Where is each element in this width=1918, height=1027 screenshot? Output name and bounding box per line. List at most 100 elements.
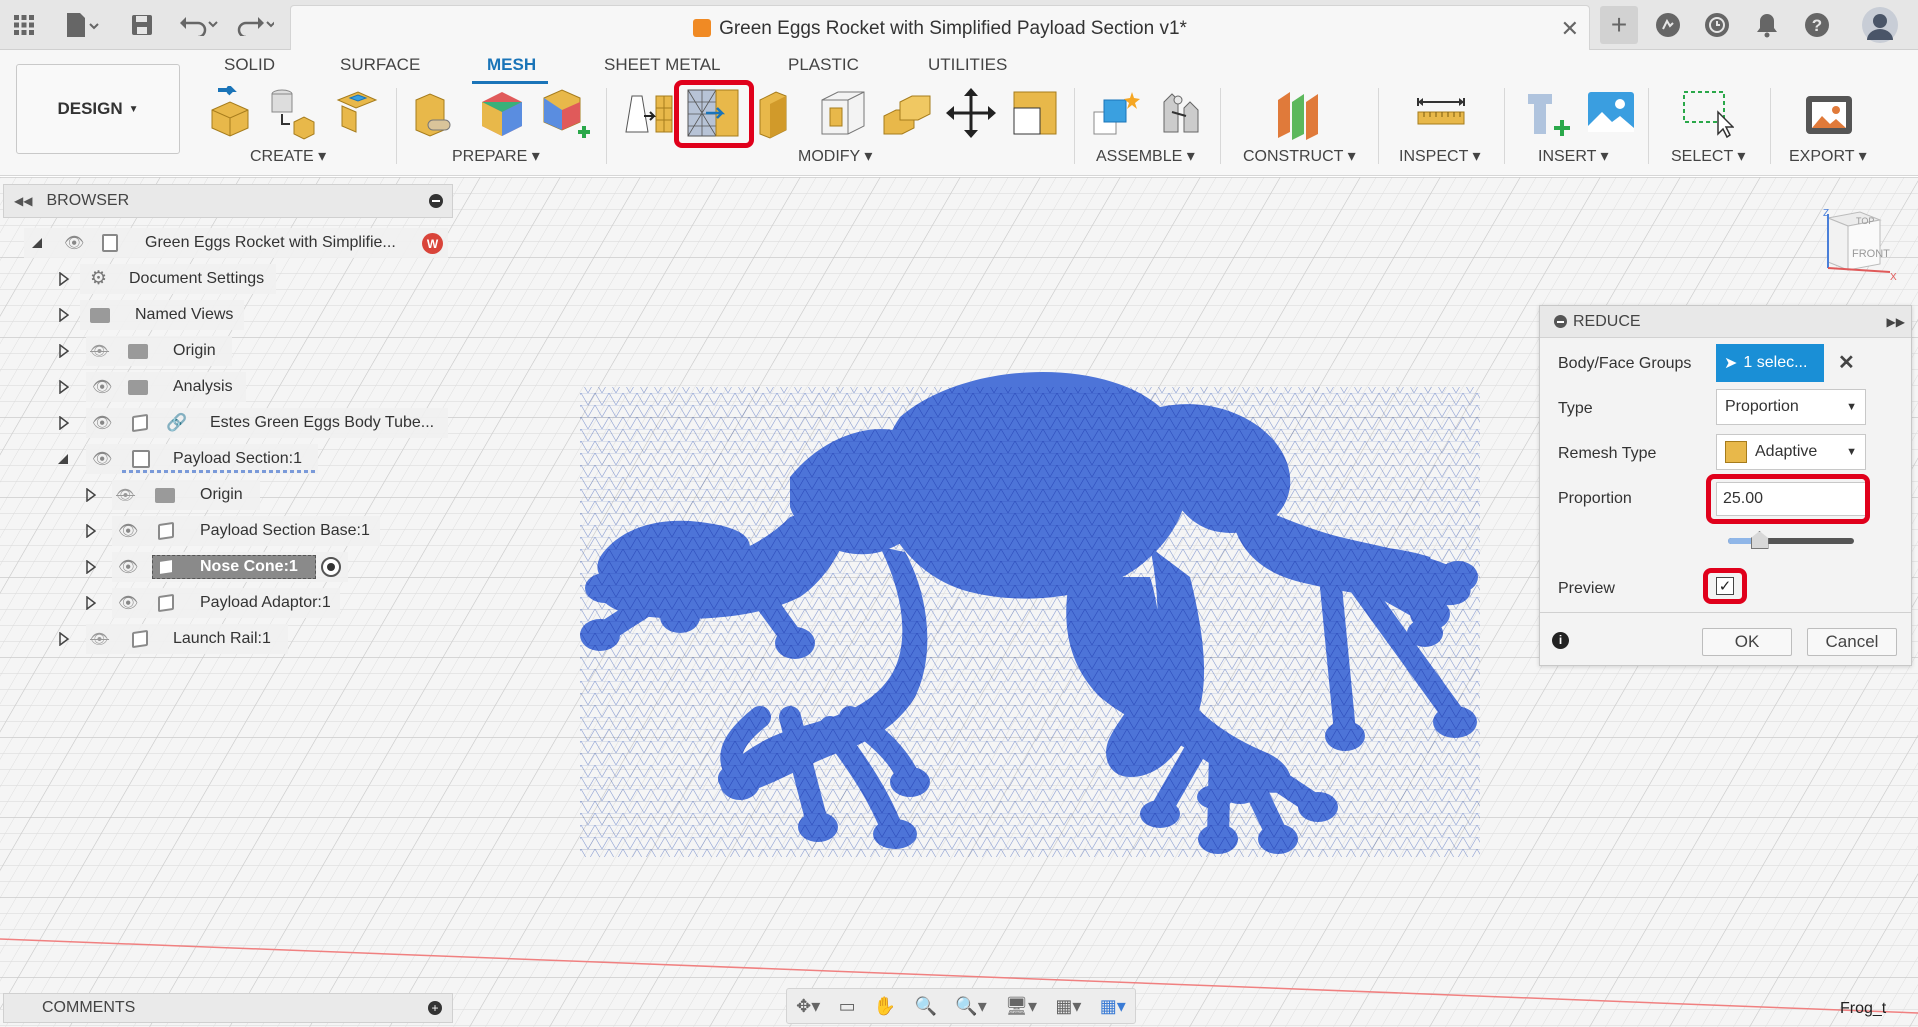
insert-menu[interactable]: INSERT ▾ — [1538, 146, 1609, 166]
visibility-eye-icon[interactable]: 👁 — [118, 593, 138, 613]
remesh-type-dropdown[interactable]: Adaptive ▼ — [1716, 434, 1866, 470]
expand-arrow-icon[interactable] — [86, 560, 96, 574]
cancel-button[interactable]: Cancel — [1807, 628, 1897, 656]
tree-item-origin-child[interactable]: 👁 Origin — [84, 480, 264, 510]
prepare-menu[interactable]: PREPARE ▾ — [452, 146, 540, 166]
tree-item-named-views[interactable]: Named Views — [56, 300, 246, 330]
user-avatar[interactable] — [1862, 7, 1898, 43]
collapse-arrow-icon[interactable] — [58, 454, 68, 464]
repair-mesh-icon[interactable] — [410, 86, 464, 140]
collapse-arrow-icon[interactable] — [32, 238, 42, 248]
expand-arrow-icon[interactable] — [86, 524, 96, 538]
remesh-icon[interactable] — [622, 86, 676, 140]
expand-arrow-icon[interactable] — [59, 272, 69, 286]
notifications-bell-icon[interactable] — [1751, 9, 1783, 41]
expand-arrow-icon[interactable] — [86, 488, 96, 502]
ok-button[interactable]: OK — [1702, 628, 1792, 656]
look-at-icon[interactable]: ▭ — [839, 996, 856, 1017]
tree-item-nose-cone[interactable]: 👁 Nose Cone:1 — [84, 552, 348, 582]
export-icon[interactable] — [1802, 86, 1856, 140]
insert-mesh-icon[interactable] — [204, 84, 258, 140]
view-cube[interactable]: Z X TOP FRONT — [1820, 204, 1900, 289]
display-settings-icon[interactable]: 🖥▾ — [1005, 996, 1037, 1017]
tree-item-origin[interactable]: 👁 Origin — [56, 336, 236, 366]
expand-arrow-icon[interactable] — [59, 308, 69, 322]
activate-radio-icon[interactable] — [321, 557, 341, 577]
file-menu-icon[interactable] — [60, 8, 104, 42]
visibility-eye-icon[interactable]: 👁 — [92, 413, 112, 433]
expand-arrow-icon[interactable] — [59, 380, 69, 394]
dialog-minimize-icon[interactable] — [1554, 315, 1567, 328]
add-comment-icon[interactable]: + — [428, 1001, 442, 1015]
visibility-eye-icon[interactable]: 👁 — [92, 449, 112, 469]
insert-mcmaster-icon[interactable] — [1522, 86, 1576, 140]
hidden-eye-icon[interactable]: 👁 — [90, 342, 109, 360]
tree-item-payload-base[interactable]: 👁 Payload Section Base:1 — [84, 516, 380, 546]
tab-solid[interactable]: SOLID — [224, 55, 275, 75]
tree-root[interactable]: 👁 Green Eggs Rocket with Simplifie... W — [24, 228, 448, 258]
shell-icon[interactable] — [816, 86, 870, 140]
offset-plane-icon[interactable] — [1272, 86, 1326, 140]
measure-icon[interactable] — [1414, 86, 1468, 140]
expand-arrow-icon[interactable] — [59, 344, 69, 358]
workspace-switcher[interactable]: DESIGN ▼ — [16, 64, 180, 154]
tree-item-body-tube[interactable]: 👁 🔗 Estes Green Eggs Body Tube... — [56, 408, 448, 438]
visibility-eye-icon[interactable]: 👁 — [92, 377, 112, 397]
window-select-icon[interactable] — [1680, 86, 1735, 140]
new-tab-icon[interactable]: + — [1600, 6, 1638, 44]
combine-face-groups-icon[interactable] — [540, 86, 594, 140]
grid-settings-icon[interactable]: ▦▾ — [1055, 996, 1081, 1017]
viewcube-front-label[interactable]: FRONT — [1852, 248, 1890, 260]
create-face-group-icon[interactable] — [328, 86, 382, 140]
expand-arrow-icon[interactable] — [86, 596, 96, 610]
collapse-panel-icon[interactable]: ◀◀ — [14, 194, 32, 208]
hidden-eye-icon[interactable]: 👁 — [90, 630, 109, 648]
tree-item-payload-adaptor[interactable]: 👁 Payload Adaptor:1 — [84, 588, 340, 618]
move-icon[interactable] — [944, 86, 998, 140]
type-dropdown[interactable]: Proportion ▼ — [1716, 389, 1866, 425]
info-icon[interactable]: i — [1552, 632, 1569, 649]
orbit-icon[interactable]: ✥▾ — [796, 996, 820, 1017]
help-icon[interactable]: ? — [1801, 9, 1833, 41]
insert-canvas-icon[interactable] — [1584, 86, 1638, 140]
scale-icon[interactable] — [1008, 86, 1062, 140]
clear-selection-icon[interactable]: ✕ — [1838, 350, 1855, 375]
tab-mesh[interactable]: MESH — [487, 55, 536, 75]
body-groups-select-button[interactable]: ➤ 1 selec... — [1716, 344, 1824, 382]
tree-item-analysis[interactable]: 👁 Analysis — [56, 372, 246, 402]
viewcube-top-label[interactable]: TOP — [1856, 216, 1874, 226]
extensions-icon[interactable] — [1652, 9, 1684, 41]
generate-face-groups-icon[interactable] — [476, 86, 530, 140]
app-grid-icon[interactable] — [10, 8, 38, 42]
tessellate-icon[interactable] — [266, 86, 320, 140]
fit-zoom-icon[interactable]: 🔍▾ — [955, 996, 986, 1017]
comments-panel[interactable]: COMMENTS + — [3, 993, 453, 1023]
browser-minimize-icon[interactable] — [429, 194, 443, 208]
tree-item-payload-section[interactable]: 👁 Payload Section:1 — [56, 444, 318, 474]
close-tab-icon[interactable]: ✕ — [1561, 16, 1579, 42]
visibility-eye-icon[interactable]: 👁 — [64, 233, 84, 253]
select-menu[interactable]: SELECT ▾ — [1671, 146, 1745, 166]
tab-utilities[interactable]: UTILITIES — [928, 55, 1007, 75]
plane-cut-icon[interactable] — [754, 86, 808, 140]
tab-plastic[interactable]: PLASTIC — [788, 55, 859, 75]
hidden-eye-icon[interactable]: 👁 — [116, 486, 135, 504]
job-status-icon[interactable] — [1701, 9, 1733, 41]
frog-mesh-model[interactable] — [580, 372, 1480, 857]
proportion-slider[interactable] — [1728, 531, 1854, 549]
visibility-eye-icon[interactable]: 👁 — [118, 521, 138, 541]
visibility-eye-icon[interactable]: 👁 — [118, 557, 138, 577]
undo-icon[interactable] — [176, 8, 220, 42]
new-component-icon[interactable] — [1090, 86, 1144, 140]
zoom-icon[interactable]: 🔍 — [915, 996, 937, 1017]
proportion-slider-thumb[interactable] — [1750, 531, 1769, 549]
inspect-menu[interactable]: INSPECT ▾ — [1399, 146, 1481, 166]
tab-surface[interactable]: SURFACE — [340, 55, 420, 75]
pan-hand-icon[interactable]: ✋ — [874, 996, 896, 1017]
viewports-icon[interactable]: ▦▾ — [1100, 996, 1126, 1017]
modify-menu[interactable]: MODIFY ▾ — [798, 146, 872, 166]
create-menu[interactable]: CREATE ▾ — [250, 146, 326, 166]
expand-arrow-icon[interactable] — [59, 632, 69, 646]
tree-item-document-settings[interactable]: ⚙ Document Settings — [56, 264, 276, 294]
combine-icon[interactable] — [880, 86, 934, 140]
